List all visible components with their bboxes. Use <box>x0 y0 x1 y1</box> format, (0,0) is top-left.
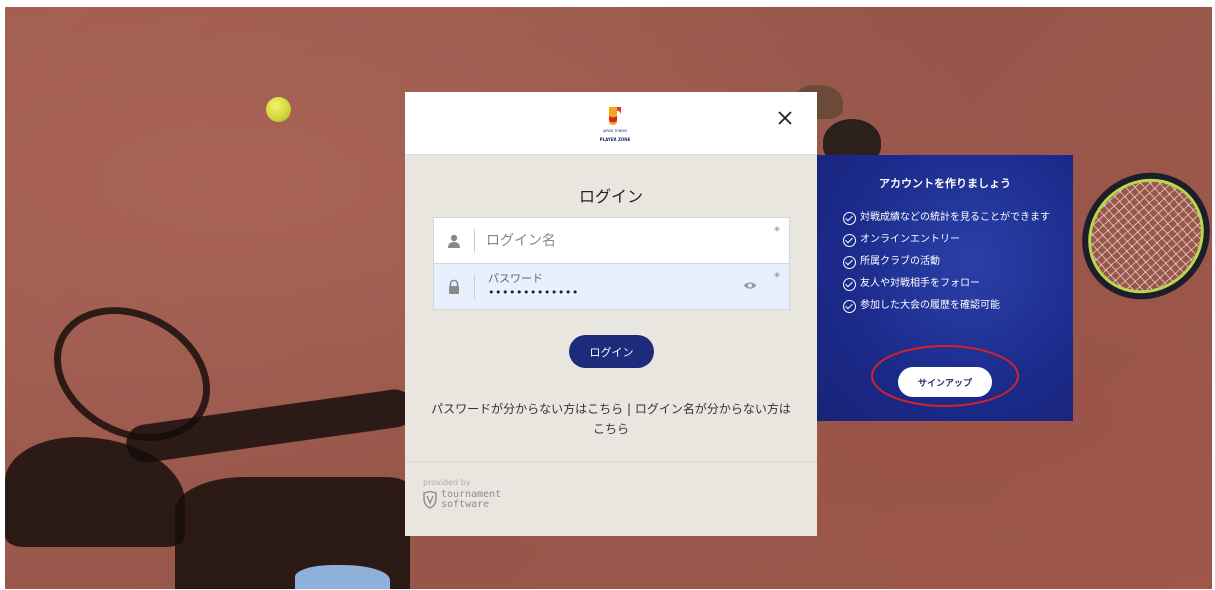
list-item: 友人や対戦相手をフォロー <box>843 276 1058 292</box>
benefit-text: 参加した大会の履歴を確認可能 <box>860 300 1000 311</box>
required-marker: * <box>774 270 780 284</box>
japan-tennis-logo: JAPAN TENNIS PLAYER ZONE <box>600 107 631 142</box>
check-circle-icon <box>843 212 856 225</box>
logo-caption: PLAYER ZONE <box>600 137 631 142</box>
svg-text:JAPAN TENNIS: JAPAN TENNIS <box>602 129 628 133</box>
password-input[interactable]: ••••••••••••• <box>488 286 579 299</box>
benefit-text: 所属クラブの活動 <box>860 256 940 267</box>
provider-line2: software <box>441 499 490 510</box>
provider-name: tournament software <box>441 490 501 510</box>
shield-icon <box>423 491 437 509</box>
list-item: 所属クラブの活動 <box>843 254 1058 270</box>
provided-by-label: provided by <box>423 478 471 487</box>
lock-icon <box>449 279 459 294</box>
list-item: オンラインエントリー <box>843 232 1058 248</box>
login-button[interactable]: ログイン <box>569 335 654 368</box>
benefit-text: オンラインエントリー <box>860 234 960 245</box>
check-circle-icon <box>843 300 856 313</box>
signup-panel-title: アカウントを作りましょう <box>879 177 1011 190</box>
check-circle-icon <box>843 234 856 247</box>
footer-divider <box>405 461 817 462</box>
highlight-annotation <box>871 345 1019 407</box>
login-title: ログイン <box>578 187 643 206</box>
tennis-ball <box>266 97 291 122</box>
forgot-links: パスワードが分からない方はこちら | ログイン名が分からない方はこちら <box>430 399 792 439</box>
password-row: パスワード ••••••••••••• * <box>434 263 789 309</box>
list-item: 対戦成績などの統計を見ることができます <box>843 210 1058 226</box>
check-circle-icon <box>843 278 856 291</box>
forgot-password-link[interactable]: パスワードが分からない方はこちら <box>431 402 623 416</box>
eye-icon[interactable] <box>743 281 757 290</box>
required-marker: * <box>774 224 780 238</box>
tournament-software-logo: tournament software <box>423 490 501 510</box>
modal-header: JAPAN TENNIS PLAYER ZONE <box>405 92 817 155</box>
list-item: 参加した大会の履歴を確認可能 <box>843 298 1058 314</box>
close-button[interactable] <box>773 106 797 130</box>
benefits-list: 対戦成績などの統計を見ることができます オンラインエントリー 所属クラブの活動 … <box>843 210 1058 320</box>
close-icon <box>778 111 792 125</box>
login-form: * パスワード ••••••••••••• * <box>433 217 790 310</box>
link-separator: | <box>626 402 632 416</box>
username-row: * <box>434 218 789 263</box>
forgot-username-link[interactable]: ログイン名が分からない方はこちら <box>593 402 791 436</box>
password-label: パスワード <box>488 272 543 285</box>
login-modal: JAPAN TENNIS PLAYER ZONE ログイン * パス <box>405 92 817 536</box>
user-icon <box>448 234 460 248</box>
field-divider <box>474 229 475 253</box>
field-divider <box>474 275 475 299</box>
benefit-text: 対戦成績などの統計を見ることができます <box>860 212 1050 223</box>
check-circle-icon <box>843 256 856 269</box>
signup-panel: アカウントを作りましょう 対戦成績などの統計を見ることができます オンラインエン… <box>817 155 1073 421</box>
player-shoe <box>295 565 390 589</box>
tennis-racket <box>1056 146 1212 326</box>
username-input[interactable] <box>486 218 746 263</box>
benefit-text: 友人や対戦相手をフォロー <box>860 278 980 289</box>
